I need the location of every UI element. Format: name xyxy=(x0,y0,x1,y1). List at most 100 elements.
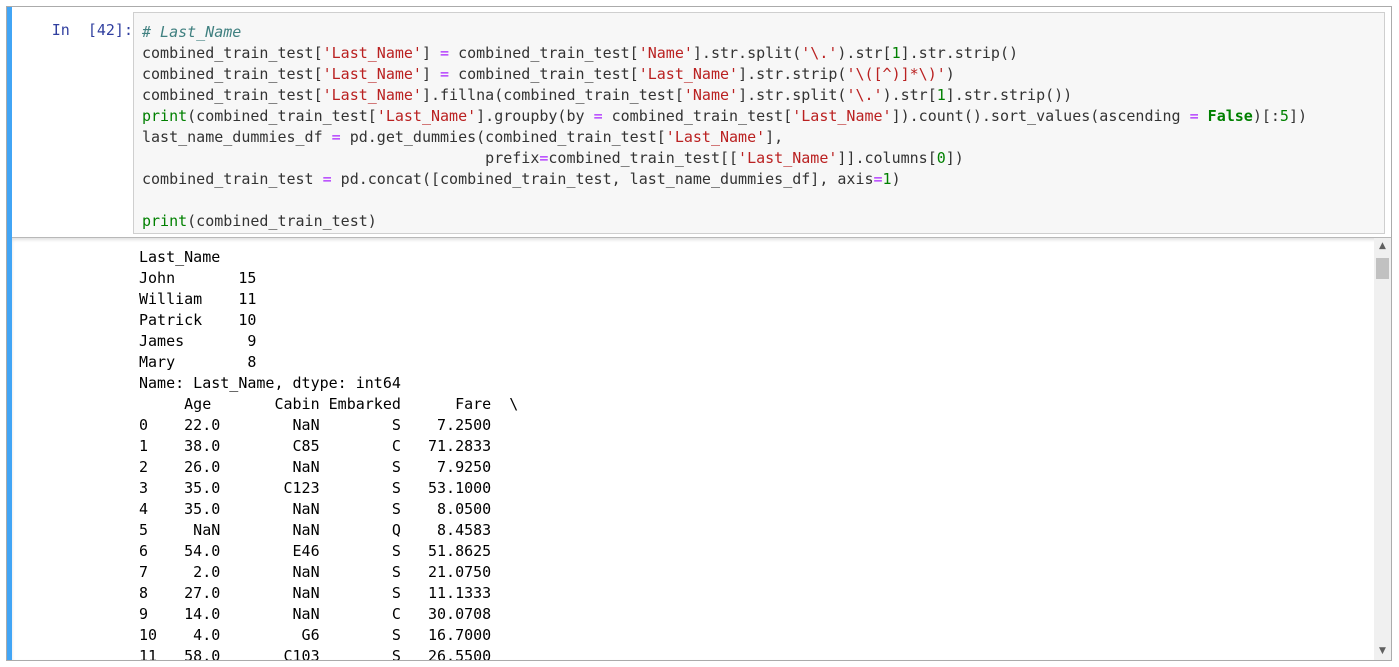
code-line: combined_train_test['Last_Name'] = combi… xyxy=(142,43,1307,64)
scrollbar-thumb[interactable] xyxy=(1376,258,1389,279)
code-token: 'Name' xyxy=(638,44,693,62)
output-line: 2 26.0 NaN S 7.9250 xyxy=(139,458,492,476)
code-token: combined_train_test[ xyxy=(449,44,639,62)
code-token: = xyxy=(331,128,341,146)
code-token: 5 xyxy=(1279,107,1289,125)
code-token: combined_train_test[ xyxy=(142,86,323,104)
code-line: # Last_Name xyxy=(142,22,1307,43)
output-line: 6 54.0 E46 S 51.8625 xyxy=(139,542,492,560)
output-line: 0 22.0 NaN S 7.2500 xyxy=(139,416,492,434)
output-line: Mary 8 xyxy=(139,353,257,371)
code-token: ].str.split( xyxy=(692,44,802,62)
code-token: '\.' xyxy=(801,44,838,62)
code-token: ]) xyxy=(1288,107,1308,125)
code-token: ].str.strip() xyxy=(900,44,1019,62)
code-token: = xyxy=(873,170,883,188)
code-line: last_name_dummies_df = pd.get_dummies(co… xyxy=(142,127,1307,148)
code-line: prefix=combined_train_test[['Last_Name']… xyxy=(142,148,1307,169)
code-token: # Last_Name xyxy=(142,23,242,41)
code-token: False xyxy=(1207,107,1253,125)
output-line: Last_Name xyxy=(139,248,221,266)
code-token: (combined_train_test) xyxy=(187,212,377,230)
code-token: )[: xyxy=(1252,107,1280,125)
code-token: = xyxy=(440,65,450,83)
output-line: 11 58.0 C103 S 26.5500 xyxy=(139,647,492,660)
output-area[interactable]: Last_Name John 15 William 11 Patrick 10 Jame… xyxy=(12,237,1391,660)
code-token: combined_train_test[ xyxy=(142,65,323,83)
code-token: 1 xyxy=(882,170,892,188)
code-token: ]) xyxy=(945,149,964,167)
code-line: print(combined_train_test) xyxy=(142,211,1307,232)
code-token: 'Last_Name' xyxy=(638,65,739,83)
code-token: ].groupby(by xyxy=(476,107,594,125)
code-token: ] xyxy=(421,44,441,62)
code-token: combined_train_test xyxy=(142,170,323,188)
code-token: ) xyxy=(891,170,901,188)
code-token: (combined_train_test[ xyxy=(187,107,377,125)
output-line: 10 4.0 G6 S 16.7000 xyxy=(139,626,492,644)
code-line: print(combined_train_test['Last_Name'].g… xyxy=(142,106,1307,127)
output-line: 3 35.0 C123 S 53.1000 xyxy=(139,479,492,497)
code-token: = xyxy=(593,107,603,125)
code-token: = xyxy=(440,44,450,62)
triangle-down-icon[interactable]: ▼ xyxy=(1374,643,1391,660)
code-token: '\.' xyxy=(846,86,883,104)
code-token: print xyxy=(142,107,188,125)
code-token: = xyxy=(322,170,332,188)
code-token: 'Last_Name' xyxy=(322,65,422,83)
code-token: 'Last_Name' xyxy=(792,107,892,125)
code-text[interactable]: # Last_Name combined_train_test['Last_Nam… xyxy=(142,22,1307,232)
code-token: ].str.split( xyxy=(738,86,847,104)
output-line: William 11 xyxy=(139,290,257,308)
code-token: ).str[ xyxy=(882,86,937,104)
output-line: James 9 xyxy=(139,332,257,350)
code-token: ).str[ xyxy=(837,44,892,62)
output-text: Last_Name John 15 William 11 Patrick 10 Jame… xyxy=(139,247,518,660)
output-line: 8 27.0 NaN S 11.1333 xyxy=(139,584,492,602)
output-scrollbar[interactable]: ▲ ▼ xyxy=(1374,238,1391,660)
code-token: pd.get_dummies(combined_train_test[ xyxy=(340,128,666,146)
notebook-cell[interactable]: In [42]: # Last_Name combined_train_test[… xyxy=(6,6,1392,661)
output-line: 1 38.0 C85 C 71.2833 xyxy=(139,437,492,455)
output-line: 7 2.0 NaN S 21.0750 xyxy=(139,563,492,581)
triangle-up-icon[interactable]: ▲ xyxy=(1374,238,1391,255)
code-token: last_name_dummies_df xyxy=(142,128,332,146)
code-token: ].fillna(combined_train_test[ xyxy=(421,86,684,104)
input-prompt: In [42]: xyxy=(51,21,133,39)
code-token: 'Name' xyxy=(683,86,739,104)
code-token: = xyxy=(1189,107,1199,125)
code-token: prefix xyxy=(142,149,540,167)
code-token: ].str.strip()) xyxy=(945,86,1073,104)
code-line: combined_train_test = pd.concat([combine… xyxy=(142,169,1307,190)
code-token: print xyxy=(142,212,188,230)
output-line: 9 14.0 NaN C 30.0708 xyxy=(139,605,492,623)
code-token: 'Last_Name' xyxy=(376,107,477,125)
code-line: combined_train_test['Last_Name'] = combi… xyxy=(142,64,1307,85)
output-line: 5 NaN NaN Q 8.4583 xyxy=(139,521,492,539)
code-token: 'Last_Name' xyxy=(738,149,838,167)
output-line: Patrick 10 xyxy=(139,311,257,329)
code-token: ) xyxy=(945,65,955,83)
code-token: combined_train_test[ xyxy=(449,65,639,83)
code-token: combined_train_test[ xyxy=(602,107,793,125)
code-token: '\([^)]*\)' xyxy=(846,65,946,83)
code-token: ] xyxy=(421,65,441,83)
code-token: ]].columns[ xyxy=(837,149,937,167)
code-token: 0 xyxy=(936,149,946,167)
output-line: John 15 xyxy=(139,269,257,287)
code-token: pd.concat([combined_train_test, last_nam… xyxy=(331,170,874,188)
code-token: 'Last_Name' xyxy=(322,44,422,62)
code-token: combined_train_test[ xyxy=(142,44,323,62)
output-line: Age Cabin Embarked Fare \ xyxy=(139,395,519,413)
code-token: 'Last_Name' xyxy=(322,86,422,104)
code-token: 'Last_Name' xyxy=(665,128,766,146)
code-token: ]).count().sort_values(ascending xyxy=(891,107,1190,125)
code-token: ], xyxy=(765,128,784,146)
code-token: ].str.strip( xyxy=(738,65,847,83)
code-token: 1 xyxy=(891,44,901,62)
output-line: 4 35.0 NaN S 8.0500 xyxy=(139,500,492,518)
code-editor[interactable]: # Last_Name combined_train_test['Last_Nam… xyxy=(133,12,1385,234)
output-line: Name: Last_Name, dtype: int64 xyxy=(139,374,401,392)
